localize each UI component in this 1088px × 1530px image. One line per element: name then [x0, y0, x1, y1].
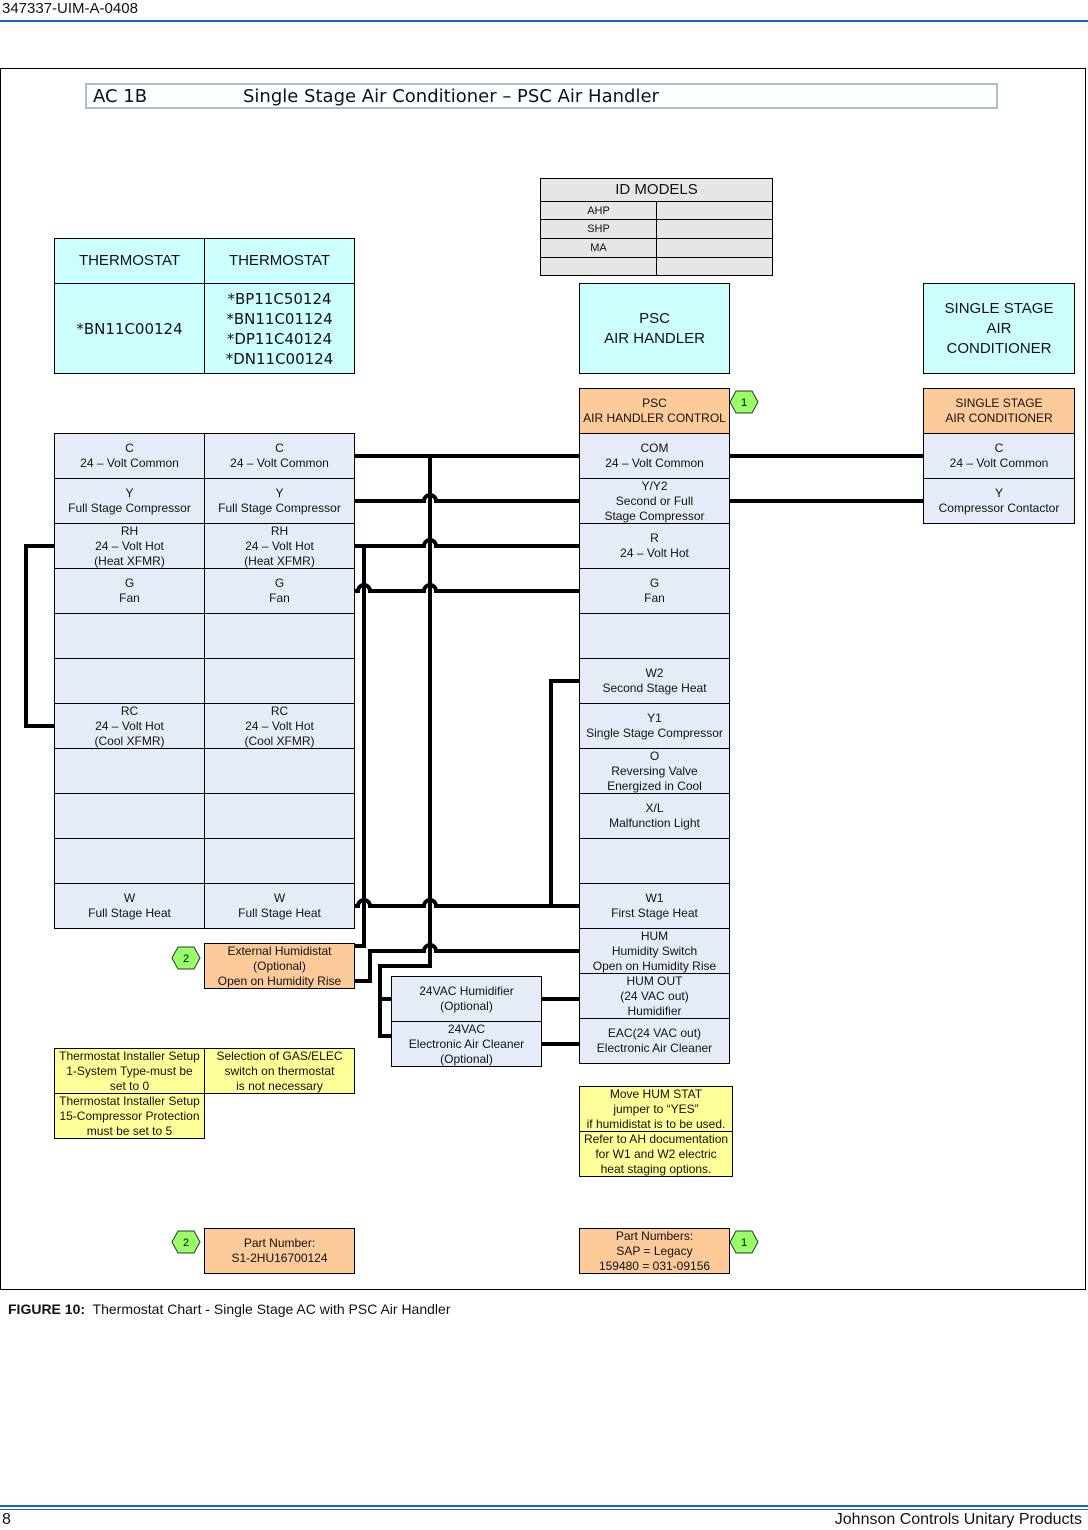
- id-model-ahp: AHP: [540, 201, 657, 220]
- thermostat-2-terminal: [204, 793, 355, 839]
- air-handler-header: PSC AIR HANDLER: [579, 283, 730, 374]
- air-handler-terminal: W2 Second Stage Heat: [579, 658, 730, 704]
- air-handler-terminal: HUM OUT (24 VAC out) Humidifier: [579, 973, 730, 1019]
- thermostat-2-terminal: [204, 658, 355, 704]
- external-humidistat: External Humidistat (Optional) Open on H…: [204, 943, 355, 989]
- company-name: Johnson Controls Unitary Products: [834, 1511, 1082, 1528]
- thermostat-1-terminal: Y Full Stage Compressor: [54, 478, 205, 524]
- air-handler-control-header: PSC AIR HANDLER CONTROL: [579, 388, 730, 434]
- air-handler-terminal: X/L Malfunction Light: [579, 793, 730, 839]
- id-model-shp-value: [656, 219, 773, 239]
- air-handler-terminal: EAC(24 VAC out) Electronic Air Cleaner: [579, 1018, 730, 1064]
- humidistat-part-number: Part Number: S1-2HU16700124: [204, 1228, 355, 1274]
- header-rule: [0, 20, 1088, 22]
- thermostat-2-models: *BP11C50124 *BN11C01124 *DP11C40124 *DN1…: [204, 283, 355, 374]
- air-handler-terminal: HUM Humidity Switch Open on Humidity Ris…: [579, 928, 730, 974]
- diagram-title-bar: AC 1B Single Stage Air Conditioner – PSC…: [85, 83, 998, 109]
- thermostat-2-terminal: W Full Stage Heat: [204, 883, 355, 929]
- page-number: 8: [2, 1511, 11, 1528]
- outdoor-unit-header: SINGLE STAGE AIR CONDITIONER: [923, 283, 1075, 374]
- air-handler-terminal: W1 First Stage Heat: [579, 883, 730, 929]
- outdoor-terminal: C 24 – Volt Common: [923, 433, 1075, 479]
- note-ah-documentation: Refer to AH documentation for W1 and W2 …: [579, 1131, 733, 1177]
- thermostat-2-terminal: [204, 613, 355, 659]
- thermostat-1-terminal: W Full Stage Heat: [54, 883, 205, 929]
- thermostat-1-header: THERMOSTAT: [54, 238, 205, 284]
- id-models-title: ID MODELS: [540, 178, 773, 202]
- thermostat-1-terminal: RH 24 – Volt Hot (Heat XFMR): [54, 523, 205, 569]
- id-model-ahp-value: [656, 201, 773, 220]
- id-model-blank-value: [656, 257, 773, 276]
- diagram-description: Single Stage Air Conditioner – PSC Air H…: [243, 86, 659, 107]
- id-model-ma: MA: [540, 238, 657, 258]
- footer-rule-thin: [0, 1509, 1088, 1510]
- thermostat-1-terminal: [54, 613, 205, 659]
- air-handler-terminal: O Reversing Valve Energized in Cool: [579, 748, 730, 794]
- air-handler-terminal: [579, 838, 730, 884]
- thermostat-2-terminal: C 24 – Volt Common: [204, 433, 355, 479]
- thermostat-2-terminal: G Fan: [204, 568, 355, 614]
- air-cleaner-accessory: 24VAC Electronic Air Cleaner (Optional): [391, 1021, 542, 1067]
- air-handler-terminal: [579, 613, 730, 659]
- note-hum-stat: Move HUM STAT jumper to “YES” if humidis…: [579, 1086, 733, 1132]
- humidifier-accessory: 24VAC Humidifier (Optional): [391, 976, 542, 1022]
- note-installer-setup-15: Thermostat Installer Setup 15-Compressor…: [54, 1093, 205, 1139]
- outdoor-control-header: SINGLE STAGE AIR CONDITIONER: [923, 388, 1075, 434]
- note-gas-elec: Selection of GAS/ELEC switch on thermost…: [204, 1048, 355, 1094]
- figure-number: FIGURE 10:: [8, 1301, 86, 1317]
- air-handler-terminal: Y1 Single Stage Compressor: [579, 703, 730, 749]
- air-handler-terminal: G Fan: [579, 568, 730, 614]
- id-model-ma-value: [656, 238, 773, 258]
- footer-rule: [0, 1505, 1088, 1507]
- thermostat-2-terminal: Y Full Stage Compressor: [204, 478, 355, 524]
- thermostat-1-terminal: RC 24 – Volt Hot (Cool XFMR): [54, 703, 205, 749]
- id-model-blank: [540, 257, 657, 276]
- diagram-code: AC 1B: [93, 86, 148, 107]
- document-id: 347337-UIM-A-0408: [2, 0, 138, 17]
- air-handler-terminal: COM 24 – Volt Common: [579, 433, 730, 479]
- thermostat-1-terminal: [54, 793, 205, 839]
- thermostat-2-header: THERMOSTAT: [204, 238, 355, 284]
- thermostat-1-terminal: [54, 838, 205, 884]
- control-part-numbers: Part Numbers: SAP = Legacy 159480 = 031-…: [579, 1228, 730, 1274]
- thermostat-2-terminal: [204, 748, 355, 794]
- air-handler-terminal: R 24 – Volt Hot: [579, 523, 730, 569]
- figure-title: Thermostat Chart - Single Stage AC with …: [92, 1301, 451, 1317]
- air-handler-terminal: Y/Y2 Second or Full Stage Compressor: [579, 478, 730, 524]
- thermostat-1-models: *BN11C00124: [54, 283, 205, 374]
- thermostat-2-terminal: RC 24 – Volt Hot (Cool XFMR): [204, 703, 355, 749]
- thermostat-1-terminal: G Fan: [54, 568, 205, 614]
- thermostat-2-terminal: RH 24 – Volt Hot (Heat XFMR): [204, 523, 355, 569]
- id-model-shp: SHP: [540, 219, 657, 239]
- thermostat-2-terminal: [204, 838, 355, 884]
- note-installer-setup-1: Thermostat Installer Setup 1-System Type…: [54, 1048, 205, 1094]
- outdoor-terminal: Y Compressor Contactor: [923, 478, 1075, 524]
- thermostat-1-terminal: C 24 – Volt Common: [54, 433, 205, 479]
- thermostat-1-terminal: [54, 658, 205, 704]
- thermostat-1-terminal: [54, 748, 205, 794]
- figure-caption: FIGURE 10: Thermostat Chart - Single Sta…: [8, 1301, 450, 1317]
